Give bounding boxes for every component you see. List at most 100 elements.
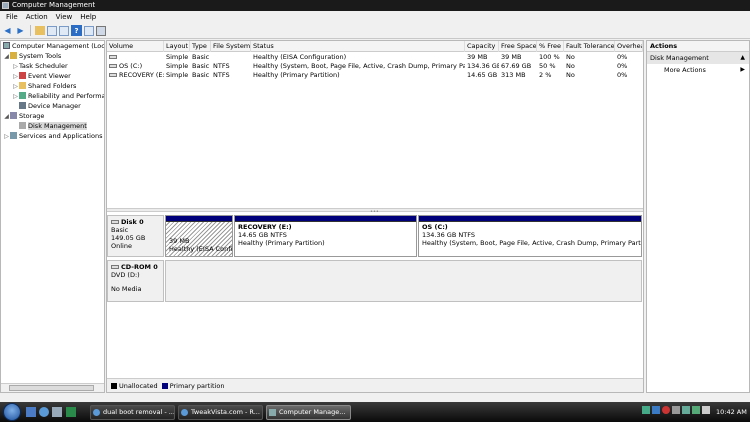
tree-item-task-scheduler[interactable]: ▷ Task Scheduler [1, 61, 104, 71]
tree-horizontal-scrollbar[interactable] [1, 383, 104, 392]
tray-app-icon[interactable] [642, 406, 650, 414]
column-header[interactable]: File System [211, 41, 251, 52]
navigation-tree: Computer Management (Local ◢ System Tools… [0, 40, 105, 393]
submenu-arrow-icon: ▶ [740, 66, 745, 73]
cdrom-media-area[interactable] [165, 260, 642, 302]
tree-item-services-applications[interactable]: ▷ Services and Applications [1, 131, 104, 141]
tree-item-event-viewer[interactable]: ▷ Event Viewer [1, 71, 104, 81]
actions-header: Actions [647, 41, 749, 52]
tree-item-system-tools[interactable]: ◢ System Tools [1, 51, 104, 61]
performance-icon [19, 92, 26, 99]
volume-icon [109, 73, 117, 77]
tray-volume-icon[interactable] [672, 406, 680, 414]
internet-explorer-icon [93, 409, 100, 416]
title-bar: Computer Management [0, 0, 750, 11]
internet-explorer-icon [181, 409, 188, 416]
disk-management-pane: Volume Layout Type File System Status Ca… [106, 40, 644, 393]
tools-icon [10, 52, 17, 59]
event-viewer-icon [19, 72, 26, 79]
column-header[interactable]: Capacity [465, 41, 499, 52]
properties-icon[interactable] [59, 25, 69, 36]
column-header[interactable]: Free Space [499, 41, 537, 52]
table-row[interactable]: Simple Basic Healthy (EISA Configuration… [107, 53, 643, 62]
tray-security-icon[interactable] [662, 406, 670, 414]
table-row[interactable]: RECOVERY (E:) Simple Basic NTFS Healthy … [107, 71, 643, 80]
cdrom-label[interactable]: CD-ROM 0 DVD (D:) No Media [107, 260, 164, 302]
menu-view[interactable]: View [52, 13, 77, 21]
toolbar: ◀ ▶ ? [0, 23, 750, 39]
scrollbar-thumb[interactable] [9, 385, 94, 391]
taskbar-button-tweakvista[interactable]: TweakVista.com - R... [178, 405, 263, 420]
column-header[interactable]: Fault Tolerance [564, 41, 615, 52]
tray-status-icon[interactable] [682, 406, 690, 414]
start-orb-icon[interactable] [3, 403, 21, 421]
system-tray [642, 406, 710, 414]
tray-power-icon[interactable] [692, 406, 700, 414]
table-cell: No [566, 71, 575, 79]
disk-0-label[interactable]: Disk 0 Basic 149.05 GB Online [107, 215, 164, 257]
back-arrow-icon[interactable]: ◀ [2, 25, 13, 36]
forward-arrow-icon[interactable]: ▶ [15, 25, 26, 36]
settings-icon[interactable] [96, 25, 106, 36]
shared-folder-icon [19, 82, 26, 89]
tray-network-icon[interactable] [652, 406, 660, 414]
more-actions-item[interactable]: More Actions ▶ [647, 64, 749, 76]
tree-item-computer-management[interactable]: Computer Management (Local [1, 41, 104, 51]
volume-cell: OS (C:) [107, 62, 164, 71]
column-header[interactable]: Status [251, 41, 465, 52]
partition-os[interactable]: OS (C:) 134.36 GB NTFS Healthy (System, … [418, 215, 642, 257]
menu-help[interactable]: Help [76, 13, 100, 21]
tree-item-shared-folders[interactable]: ▷ Shared Folders [1, 81, 104, 91]
column-header[interactable]: % Free [537, 41, 564, 52]
column-header[interactable]: Type [190, 41, 211, 52]
device-manager-icon [19, 102, 26, 109]
disk-management-icon [19, 122, 26, 129]
volume-icon [109, 55, 117, 59]
clock[interactable]: 10:42 AM [716, 402, 747, 422]
toolbar-separator [30, 25, 31, 36]
table-cell: 134.36 GB [467, 62, 499, 70]
menu-file[interactable]: File [2, 13, 22, 21]
table-cell: 0% [617, 62, 628, 70]
column-header[interactable]: Overhea [615, 41, 643, 52]
tree-item-device-manager[interactable]: Device Manager [1, 101, 104, 111]
volume-cell [107, 53, 164, 62]
tree-item-reliability[interactable]: ▷ Reliability and Performa [1, 91, 104, 101]
quicklaunch-app-icon[interactable] [66, 407, 76, 417]
table-cell: 0% [617, 53, 628, 61]
table-cell: 50 % [539, 62, 556, 70]
volume-icon [109, 64, 117, 68]
taskbar-button-dual-boot[interactable]: dual boot removal - ... [90, 405, 175, 420]
column-header[interactable]: Layout [164, 41, 190, 52]
computer-management-icon [269, 409, 276, 416]
cdrom-icon [111, 265, 119, 269]
collapse-caret-icon[interactable]: ▲ [740, 52, 745, 64]
unallocated-swatch [111, 382, 117, 389]
show-desktop-icon[interactable] [26, 407, 36, 417]
help-icon[interactable]: ? [71, 25, 82, 36]
up-folder-icon[interactable] [35, 26, 45, 35]
tray-device-icon[interactable] [702, 406, 710, 414]
window-title: Computer Management [12, 1, 96, 9]
partition-eisa[interactable]: 39 MB Healthy (EISA Config [165, 215, 233, 257]
taskbar-button-computer-management[interactable]: Computer Manage... [266, 405, 351, 420]
storage-icon [10, 112, 17, 119]
internet-explorer-icon[interactable] [39, 407, 49, 417]
table-cell: Simple [166, 53, 189, 61]
table-cell: Healthy (EISA Configuration) [253, 53, 347, 61]
table-cell: 39 MB [501, 53, 522, 61]
show-action-pane-icon[interactable] [84, 25, 94, 36]
menu-action[interactable]: Action [22, 13, 52, 21]
legend-primary: Primary partition [161, 382, 224, 390]
tree-item-disk-management[interactable]: Disk Management [1, 121, 104, 131]
column-header[interactable]: Volume [107, 41, 164, 52]
actions-group-disk-management[interactable]: Disk Management ▲ [647, 52, 749, 64]
tree-item-storage[interactable]: ◢ Storage [1, 111, 104, 121]
partition-recovery[interactable]: RECOVERY (E:) 14.65 GB NTFS Healthy (Pri… [234, 215, 417, 257]
show-hide-tree-icon[interactable] [47, 25, 57, 36]
table-cell: 313 MB [501, 71, 526, 79]
menu-bar: File Action View Help [0, 11, 750, 23]
table-row[interactable]: OS (C:) Simple Basic NTFS Healthy (Syste… [107, 62, 643, 71]
switch-windows-icon[interactable] [52, 407, 62, 417]
expand-triangle-icon[interactable]: ▷ [3, 132, 10, 142]
